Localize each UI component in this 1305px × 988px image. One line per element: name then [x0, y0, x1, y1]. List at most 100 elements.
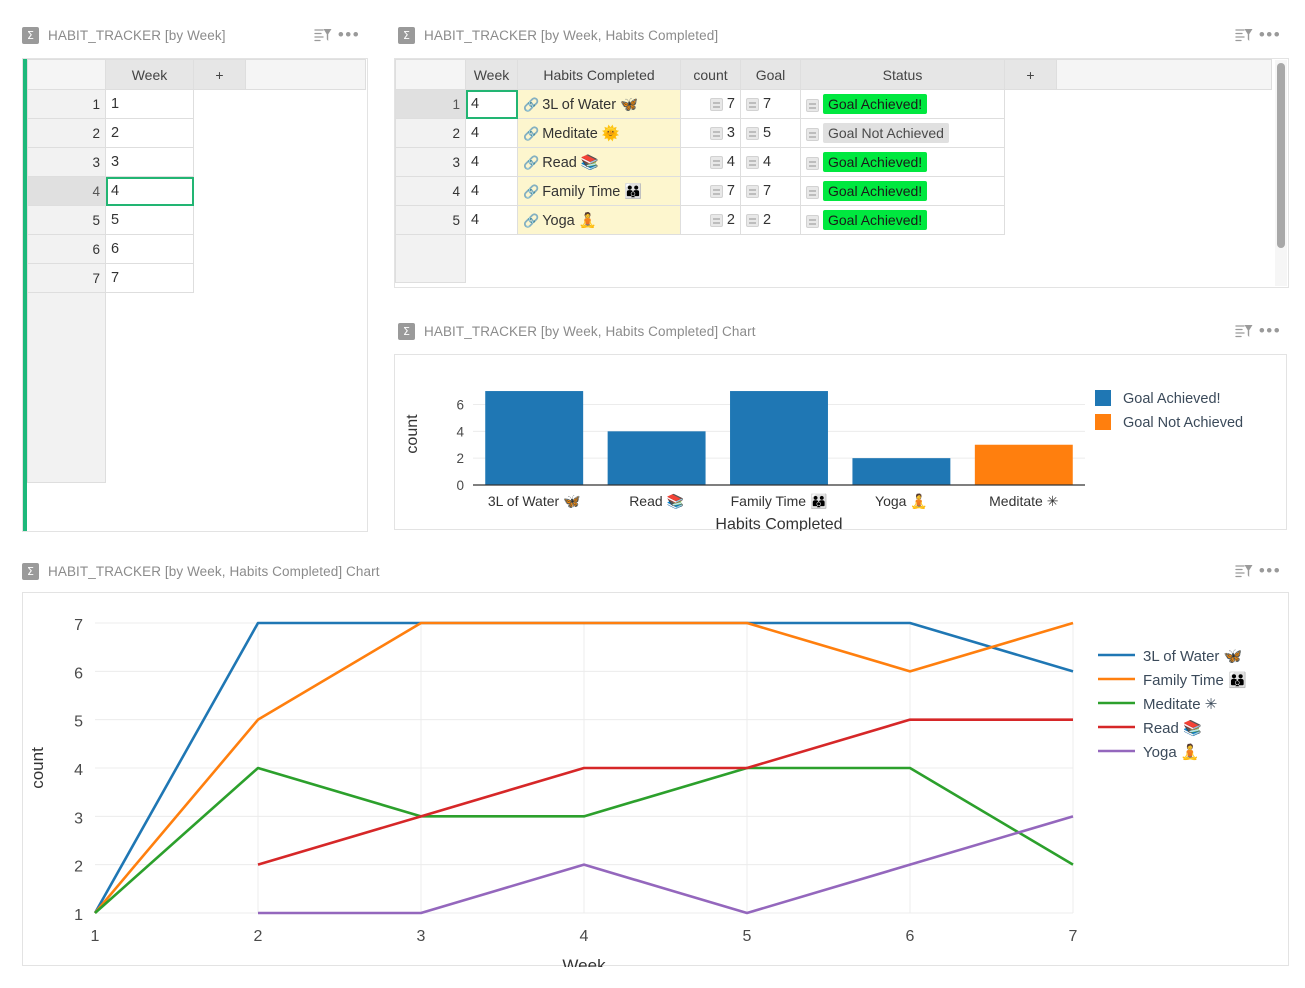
sort-filter-icon[interactable]: [1231, 560, 1257, 582]
cell-count[interactable]: 2: [681, 206, 741, 235]
cell-habit[interactable]: 🔗3L of Water 🦋: [518, 90, 681, 119]
cell-week[interactable]: 4: [466, 177, 518, 206]
cell-empty: [801, 235, 1005, 283]
table-row[interactable]: 2 4 🔗Meditate 🌞 3 5 Goal Not Achieved: [396, 119, 1272, 148]
bar: [852, 458, 950, 485]
row-number-blank[interactable]: [396, 235, 466, 283]
table-row[interactable]: 3 4 🔗Read 📚 4 4 Goal Achieved!: [396, 148, 1272, 177]
status-badge: Goal Achieved!: [823, 152, 927, 172]
add-column-button[interactable]: +: [1005, 60, 1057, 90]
cell-goal[interactable]: 2: [741, 206, 801, 235]
cell-status[interactable]: Goal Achieved!: [801, 177, 1005, 206]
column-header-week[interactable]: Week: [106, 60, 194, 90]
cell-habit[interactable]: 🔗Yoga 🧘: [518, 206, 681, 235]
row-number[interactable]: 2: [396, 119, 466, 148]
table-row-empty[interactable]: [396, 235, 1272, 283]
count-value: 2: [727, 212, 735, 228]
panel-bar-title: HABIT_TRACKER [by Week, Habits Completed…: [424, 324, 756, 339]
cell-habit[interactable]: 🔗Family Time 👪: [518, 177, 681, 206]
column-header-habits-completed[interactable]: Habits Completed: [518, 60, 681, 90]
week-table-body: Week + 1 1 2: [22, 58, 368, 532]
column-header-week[interactable]: Week: [466, 60, 518, 90]
cell-goal[interactable]: 5: [741, 119, 801, 148]
cell-week-selected[interactable]: 4: [106, 177, 194, 206]
panel-bar-header: Σ HABIT_TRACKER [by Week, Habits Complet…: [392, 316, 1289, 346]
cell-empty: [194, 148, 246, 177]
more-menu-icon[interactable]: •••: [1257, 24, 1283, 46]
more-menu-icon[interactable]: •••: [1257, 560, 1283, 582]
more-menu-icon[interactable]: •••: [1257, 320, 1283, 342]
table-row[interactable]: 5 4 🔗Yoga 🧘 2 2 Goal Achieved!: [396, 206, 1272, 235]
cell-count[interactable]: 7: [681, 177, 741, 206]
cell-week[interactable]: 3: [106, 148, 194, 177]
bar-chart-canvas[interactable]: 02463L of Water 🦋Read 📚Family Time 👪Yoga…: [394, 354, 1287, 530]
cell-count[interactable]: 3: [681, 119, 741, 148]
formula-icon: [710, 185, 723, 198]
cell-status[interactable]: Goal Not Achieved: [801, 119, 1005, 148]
table-row[interactable]: 1 1: [28, 90, 366, 119]
sigma-icon: Σ: [22, 27, 39, 44]
table-row-empty[interactable]: [28, 293, 366, 483]
table-row[interactable]: 1 4 🔗3L of Water 🦋 7 7 Goal Achieved!: [396, 90, 1272, 119]
row-number[interactable]: 6: [28, 235, 106, 264]
cell-filler: [246, 119, 366, 148]
link-icon: 🔗: [523, 213, 539, 228]
cell-week[interactable]: 4: [466, 119, 518, 148]
table-row[interactable]: 2 2: [28, 119, 366, 148]
sort-filter-icon[interactable]: [1231, 24, 1257, 46]
cell-count[interactable]: 7: [681, 90, 741, 119]
cell-status[interactable]: Goal Achieved!: [801, 206, 1005, 235]
row-number-blank[interactable]: [28, 293, 106, 483]
cell-empty: [1005, 148, 1057, 177]
row-number[interactable]: 2: [28, 119, 106, 148]
table-row[interactable]: 3 3: [28, 148, 366, 177]
table-row[interactable]: 6 6: [28, 235, 366, 264]
habit-label: Read: [542, 155, 577, 171]
row-number[interactable]: 7: [28, 264, 106, 293]
cell-goal[interactable]: 7: [741, 177, 801, 206]
cell-habit[interactable]: 🔗Meditate 🌞: [518, 119, 681, 148]
cell-week[interactable]: 6: [106, 235, 194, 264]
table-row[interactable]: 5 5: [28, 206, 366, 235]
vertical-scrollbar[interactable]: [1275, 60, 1287, 286]
row-number[interactable]: 1: [28, 90, 106, 119]
more-menu-icon[interactable]: •••: [336, 24, 362, 46]
cell-week[interactable]: 5: [106, 206, 194, 235]
row-number[interactable]: 3: [28, 148, 106, 177]
formula-icon: [746, 185, 759, 198]
table-row[interactable]: 4 4 🔗Family Time 👪 7 7 Goal Achieved!: [396, 177, 1272, 206]
row-number[interactable]: 4: [396, 177, 466, 206]
row-number[interactable]: 4: [28, 177, 106, 206]
cell-status[interactable]: Goal Achieved!: [801, 148, 1005, 177]
table-row[interactable]: 7 7: [28, 264, 366, 293]
table-row-selected[interactable]: 4 4: [28, 177, 366, 206]
select-all-corner[interactable]: [28, 60, 106, 90]
cell-filler: [246, 148, 366, 177]
cell-week[interactable]: 4: [466, 148, 518, 177]
cell-week[interactable]: 2: [106, 119, 194, 148]
cell-week[interactable]: 4: [466, 90, 518, 119]
column-header-status[interactable]: Status: [801, 60, 1005, 90]
column-header-goal[interactable]: Goal: [741, 60, 801, 90]
cell-status[interactable]: Goal Achieved!: [801, 90, 1005, 119]
select-all-corner[interactable]: [396, 60, 466, 90]
add-column-button[interactable]: +: [194, 60, 246, 90]
column-header-count[interactable]: count: [681, 60, 741, 90]
cell-week[interactable]: 1: [106, 90, 194, 119]
row-number[interactable]: 5: [396, 206, 466, 235]
cell-count[interactable]: 4: [681, 148, 741, 177]
sort-filter-icon[interactable]: [1231, 320, 1257, 342]
row-number[interactable]: 5: [28, 206, 106, 235]
cell-goal[interactable]: 7: [741, 90, 801, 119]
row-number[interactable]: 3: [396, 148, 466, 177]
cell-goal[interactable]: 4: [741, 148, 801, 177]
cell-week[interactable]: 7: [106, 264, 194, 293]
week-grid-wrap[interactable]: Week + 1 1 2: [27, 59, 367, 531]
habit-emoji: 🌞: [602, 126, 620, 142]
cell-week[interactable]: 4: [466, 206, 518, 235]
sort-filter-icon[interactable]: [310, 24, 336, 46]
line-chart-canvas[interactable]: 12345671234567Weekcount3L of Water 🦋Fami…: [22, 592, 1289, 966]
row-number[interactable]: 1: [396, 90, 466, 119]
cell-habit[interactable]: 🔗Read 📚: [518, 148, 681, 177]
scrollbar-thumb[interactable]: [1277, 63, 1285, 248]
